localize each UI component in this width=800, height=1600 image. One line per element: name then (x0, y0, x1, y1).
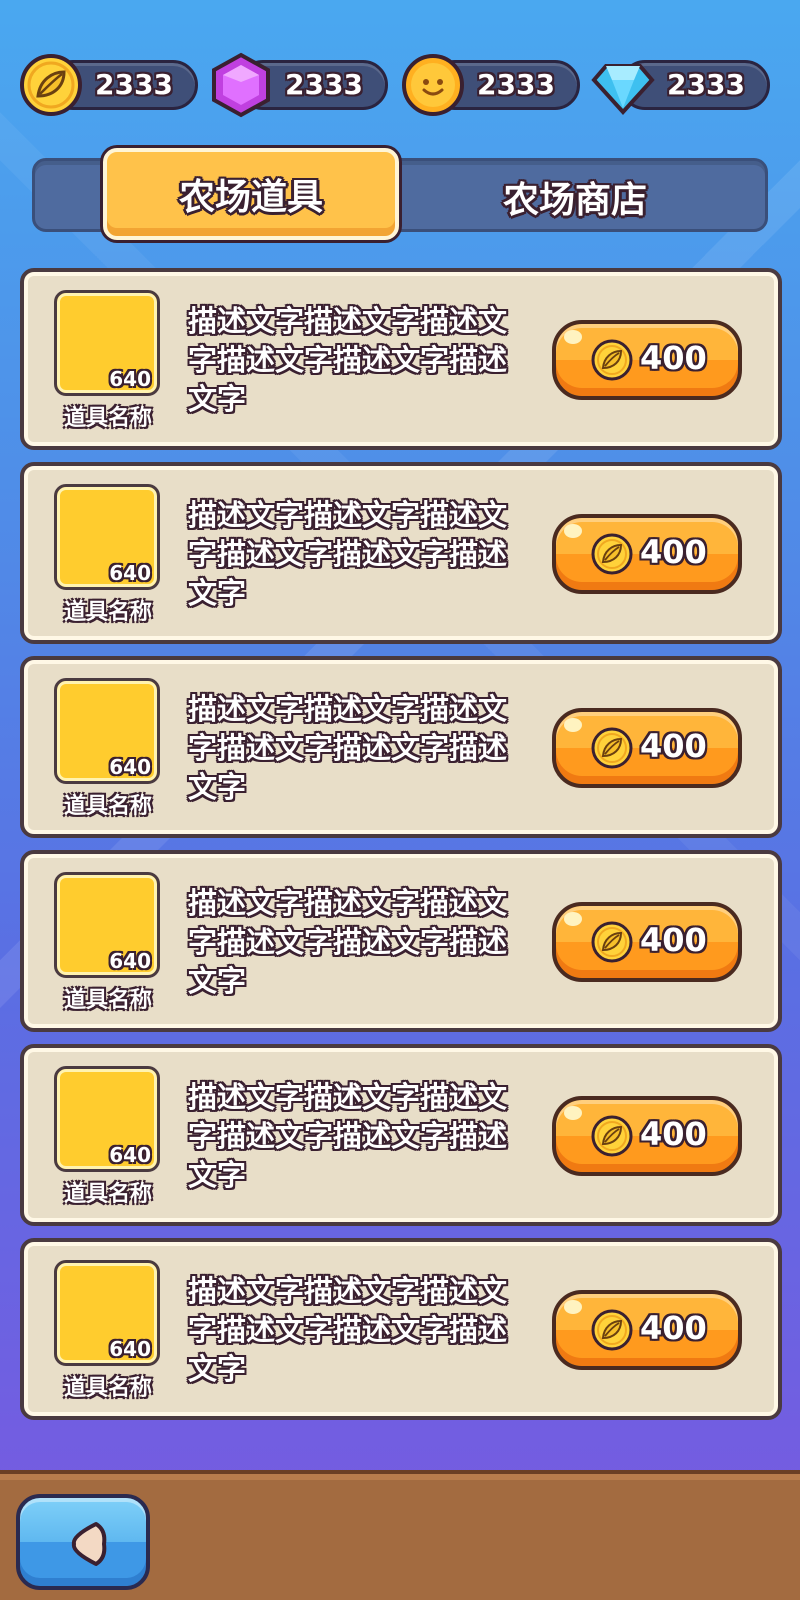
leaf-coin-icon (591, 533, 633, 575)
blue-diamond-icon (591, 64, 655, 115)
item-name: 道具名称 (63, 988, 152, 1013)
item-description: 描述文字描述文字描述文字描述文字描述文字描述文字 (188, 692, 508, 804)
leaf-coin-icon (591, 1309, 633, 1351)
item-slot[interactable]: 640 (54, 678, 160, 784)
leaf-coin-icon (591, 727, 633, 769)
currency-leaf: 2333 (18, 54, 198, 116)
tab-farm-shop[interactable]: 农场商店 (405, 153, 745, 241)
leaf-coin-icon (591, 921, 633, 963)
item-slot[interactable]: 640 (54, 872, 160, 978)
leaf-coin-icon (591, 339, 633, 381)
button-shine (564, 330, 582, 344)
back-arrow-icon (71, 1522, 107, 1566)
item-count: 640 (109, 755, 151, 779)
back-button[interactable] (16, 1494, 150, 1590)
button-shine (564, 912, 582, 926)
buy-button[interactable]: 400 (552, 514, 742, 594)
buy-button[interactable]: 400 (552, 320, 742, 400)
leaf-coin-icon (20, 54, 82, 116)
list-item: 640 道具名称 描述文字描述文字描述文字描述文字描述文字描述文字 400 (20, 1238, 782, 1420)
buy-button[interactable]: 400 (552, 708, 742, 788)
currency-value: 2333 (477, 68, 555, 101)
item-description: 描述文字描述文字描述文字描述文字描述文字描述文字 (188, 304, 508, 416)
item-name: 道具名称 (63, 1376, 152, 1401)
item-name: 道具名称 (63, 406, 152, 431)
smiley-coin-icon (402, 54, 464, 116)
price-label: 400 (640, 1115, 707, 1153)
item-name: 道具名称 (63, 794, 152, 819)
currency-value: 2333 (667, 68, 745, 101)
tab-farm-items[interactable]: 农场道具 (103, 148, 399, 240)
item-count: 640 (109, 1337, 151, 1361)
price-label: 400 (640, 533, 707, 571)
buy-button[interactable]: 400 (552, 902, 742, 982)
currency-smiley: 2333 (400, 54, 580, 116)
item-name: 道具名称 (63, 1182, 152, 1207)
item-slot[interactable]: 640 (54, 290, 160, 396)
bottom-bar (0, 1470, 800, 1600)
buy-button[interactable]: 400 (552, 1096, 742, 1176)
item-description: 描述文字描述文字描述文字描述文字描述文字描述文字 (188, 1274, 508, 1386)
list-item: 640 道具名称 描述文字描述文字描述文字描述文字描述文字描述文字 400 (20, 1044, 782, 1226)
button-shine (564, 1106, 582, 1120)
item-slot[interactable]: 640 (54, 484, 160, 590)
item-slot[interactable]: 640 (54, 1066, 160, 1172)
item-name: 道具名称 (63, 600, 152, 625)
item-count: 640 (109, 367, 151, 391)
button-shine (564, 524, 582, 538)
item-description: 描述文字描述文字描述文字描述文字描述文字描述文字 (188, 498, 508, 610)
item-count: 640 (109, 949, 151, 973)
price-label: 400 (640, 727, 707, 765)
price-label: 400 (640, 339, 707, 377)
item-description: 描述文字描述文字描述文字描述文字描述文字描述文字 (188, 886, 508, 998)
leaf-coin-icon (591, 1115, 633, 1157)
currency-diamond: 2333 (590, 60, 770, 115)
purple-gem-icon (212, 52, 270, 118)
price-label: 400 (640, 1309, 707, 1347)
list-item: 640 道具名称 描述文字描述文字描述文字描述文字描述文字描述文字 400 (20, 850, 782, 1032)
currency-value: 2333 (95, 68, 173, 101)
list-item: 640 道具名称 描述文字描述文字描述文字描述文字描述文字描述文字 400 (20, 462, 782, 644)
item-slot[interactable]: 640 (54, 1260, 160, 1366)
tab-bar: 农场道具 农场商店 (32, 148, 768, 240)
button-shine (564, 718, 582, 732)
item-count: 640 (109, 1143, 151, 1167)
buy-button[interactable]: 400 (552, 1290, 742, 1370)
currency-gem: 2333 (208, 52, 388, 118)
button-shine (564, 1300, 582, 1314)
item-description: 描述文字描述文字描述文字描述文字描述文字描述文字 (188, 1080, 508, 1192)
price-label: 400 (640, 921, 707, 959)
currency-bar: 2333 2333 2333 2333 (18, 52, 782, 118)
currency-value: 2333 (285, 68, 363, 101)
item-count: 640 (109, 561, 151, 585)
list-item: 640 道具名称 描述文字描述文字描述文字描述文字描述文字描述文字 400 (20, 656, 782, 838)
list-item: 640 道具名称 描述文字描述文字描述文字描述文字描述文字描述文字 400 (20, 268, 782, 450)
